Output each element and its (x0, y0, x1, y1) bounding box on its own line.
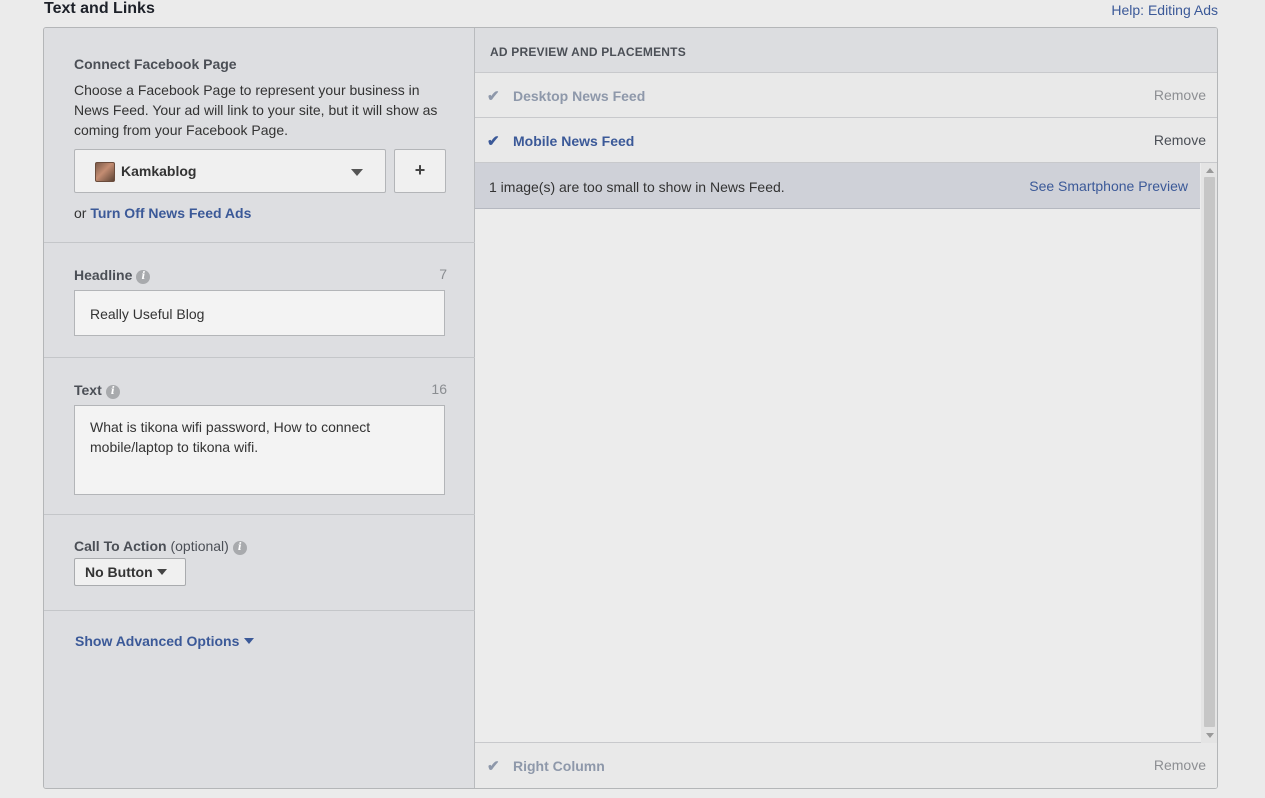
caret-down-icon (351, 169, 363, 176)
call-to-action-dropdown[interactable]: No Button (74, 558, 186, 586)
remove-placement-link[interactable]: Remove (1154, 87, 1206, 103)
selected-page-name: Kamkablog (121, 163, 197, 179)
advanced-options-label: Show Advanced Options (75, 633, 240, 649)
turn-off-news-feed-row: or Turn Off News Feed Ads (74, 205, 251, 221)
cta-optional-label: (optional) (170, 538, 229, 554)
caret-down-icon (156, 569, 167, 575)
headline-input[interactable]: Really Useful Blog (74, 290, 445, 336)
cta-selected-value: No Button (85, 564, 153, 580)
facebook-page-select[interactable]: Kamkablog (74, 149, 386, 193)
placement-row-right-column[interactable]: ✔ Right Column Remove (475, 743, 1217, 788)
scroll-down-arrow-icon[interactable] (1206, 733, 1214, 738)
cta-label: Call To Action (74, 538, 167, 554)
or-text: or (74, 205, 87, 221)
connect-page-description: Choose a Facebook Page to represent your… (74, 82, 438, 138)
headline-section: Headline i 7 Really Useful Blog (44, 243, 475, 358)
caret-down-icon (244, 638, 255, 644)
turn-off-news-feed-link[interactable]: Turn Off News Feed Ads (90, 205, 251, 221)
check-icon: ✔ (487, 758, 500, 775)
advanced-options-section: Show Advanced Options (44, 611, 475, 788)
preview-header: AD PREVIEW AND PLACEMENTS (475, 28, 1217, 73)
check-icon: ✔ (487, 133, 500, 150)
preview-area: 1 image(s) are too small to show in News… (475, 163, 1217, 743)
check-icon: ✔ (487, 88, 500, 105)
text-section: Text i 16 What is tikona wifi password, H… (44, 358, 475, 515)
preview-header-title: AD PREVIEW AND PLACEMENTS (490, 45, 686, 59)
preview-scrollbar[interactable] (1201, 163, 1217, 743)
add-page-button[interactable]: + (394, 149, 446, 193)
ad-editor-panel: Connect Facebook Page Choose a Facebook … (43, 27, 1218, 789)
placement-row-desktop-news-feed[interactable]: ✔ Desktop News Feed Remove (475, 73, 1217, 118)
remove-placement-link[interactable]: Remove (1154, 757, 1206, 773)
placement-row-mobile-news-feed[interactable]: ✔ Mobile News Feed Remove (475, 118, 1217, 163)
help-link[interactable]: Help: Editing Ads (1111, 2, 1218, 18)
text-label-row: Text i (74, 382, 120, 399)
page-title: Text and Links (44, 0, 155, 17)
headline-label: Headline (74, 267, 133, 283)
ad-fields-column: Connect Facebook Page Choose a Facebook … (44, 28, 475, 788)
connect-page-section: Connect Facebook Page Choose a Facebook … (44, 28, 475, 243)
scroll-up-arrow-icon[interactable] (1206, 168, 1214, 173)
call-to-action-section: Call To Action (optional) i No Button (44, 515, 475, 611)
placement-name: Mobile News Feed (513, 133, 635, 149)
connect-page-title: Connect Facebook Page (74, 56, 237, 72)
placement-name: Right Column (513, 758, 605, 774)
show-advanced-options-link[interactable]: Show Advanced Options (75, 633, 255, 649)
image-size-warning: 1 image(s) are too small to show in News… (475, 163, 1200, 209)
warning-text: 1 image(s) are too small to show in News… (489, 179, 785, 195)
ad-preview-column: AD PREVIEW AND PLACEMENTS ✔ Desktop News… (475, 28, 1217, 788)
see-smartphone-preview-link[interactable]: See Smartphone Preview (1029, 178, 1188, 194)
cta-label-row: Call To Action (optional) i (74, 538, 247, 555)
text-label: Text (74, 382, 102, 398)
headline-char-count: 7 (439, 266, 447, 282)
text-char-count: 16 (431, 381, 447, 397)
info-icon[interactable]: i (136, 270, 151, 284)
remove-placement-link[interactable]: Remove (1154, 132, 1206, 148)
placement-name: Desktop News Feed (513, 88, 646, 104)
info-icon[interactable]: i (105, 385, 120, 399)
headline-label-row: Headline i (74, 267, 151, 284)
page-avatar (95, 162, 115, 182)
info-icon[interactable]: i (232, 541, 247, 555)
scroll-thumb[interactable] (1204, 177, 1215, 727)
ad-text-textarea[interactable]: What is tikona wifi password, How to con… (74, 405, 445, 495)
